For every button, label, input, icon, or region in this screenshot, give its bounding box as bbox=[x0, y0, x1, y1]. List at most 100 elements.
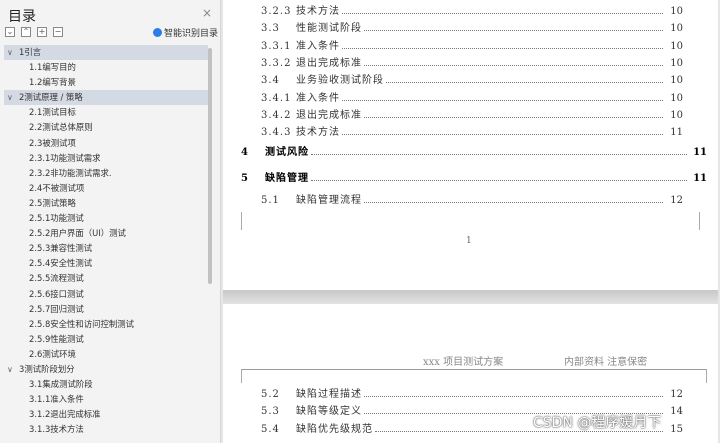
close-icon[interactable]: × bbox=[202, 6, 212, 20]
dot-leader bbox=[386, 82, 663, 83]
doc-toc-title: 缺陷管理流程 bbox=[296, 195, 362, 206]
toc-item-label: 2.5.5流程测试 bbox=[29, 273, 84, 284]
toc-subsection-item[interactable]: 2.5.7回归测试 bbox=[4, 302, 208, 317]
doc-toc-number: 3.4.2 bbox=[261, 110, 292, 121]
page-header-right: 内部资料 注意保密 bbox=[564, 357, 648, 368]
doc-toc-page: 11 bbox=[693, 173, 707, 184]
toc-item-label: 2.5.1功能测试 bbox=[29, 213, 84, 224]
toc-subsection-item[interactable]: 2.5.3兼容性测试 bbox=[4, 241, 208, 256]
dot-leader bbox=[364, 65, 663, 66]
toc-item-label: 2.1测试目标 bbox=[29, 107, 76, 118]
smart-detect-label: 智能识别目录 bbox=[164, 29, 219, 39]
toc-subsection-item[interactable]: 2.5.6接口测试 bbox=[4, 287, 208, 302]
doc-toc-title: 缺陷等级定义 bbox=[296, 406, 362, 417]
doc-toc-page: 11 bbox=[693, 147, 707, 158]
doc-toc-entry[interactable]: 3.4.3 技术方法 11 bbox=[261, 123, 683, 138]
add-entry-icon[interactable]: + bbox=[37, 27, 47, 37]
doc-toc-entry[interactable]: 3.4 业务验收测试阶段 10 bbox=[261, 71, 683, 86]
dot-leader bbox=[364, 117, 663, 118]
toc-item-label: 3.1.3技术方法 bbox=[29, 424, 84, 435]
toc-subsection-item[interactable]: 2.3被测试项 bbox=[4, 136, 208, 151]
page-separator bbox=[223, 290, 718, 304]
toc-section-item[interactable]: ∨ 2测试原理 / 策略 bbox=[4, 90, 208, 106]
doc-toc-entry[interactable]: 5.1 缺陷管理流程 12 bbox=[261, 191, 683, 206]
doc-toc-entry[interactable]: 3.4.1 准入条件 10 bbox=[261, 89, 683, 104]
toc-subsection-item[interactable]: 2.2测试总体原则 bbox=[4, 120, 208, 135]
toc-item-label: 2测试原理 / 策略 bbox=[19, 92, 83, 103]
doc-toc-title: 退出完成标准 bbox=[296, 110, 362, 121]
toc-section-item[interactable]: ∨ 1引言 bbox=[4, 45, 208, 61]
toc-section-item[interactable]: ∨ 3测试阶段划分 bbox=[4, 362, 208, 377]
doc-toc-number: 5.4 bbox=[261, 424, 280, 435]
doc-toc-entry[interactable]: 3.3.1 准入条件 10 bbox=[261, 37, 683, 52]
doc-toc-entry[interactable]: 4 测试风险 11 bbox=[241, 143, 707, 158]
toc-item-label: 3测试阶段划分 bbox=[19, 363, 75, 374]
toc-item-label: 2.3.1功能测试需求 bbox=[29, 152, 101, 163]
chevron-down-icon[interactable]: ∨ bbox=[7, 45, 13, 60]
toc-subsection-item[interactable]: 2.5.1功能测试 bbox=[4, 211, 208, 226]
toc-subsection-item[interactable]: 2.5.4安全性测试 bbox=[4, 256, 208, 271]
doc-toc-page: 10 bbox=[670, 75, 683, 86]
toc-subsection-item[interactable]: 2.5.2用户界面（UI）测试 bbox=[4, 226, 208, 241]
toc-subsection-item[interactable]: 3.1集成测试阶段 bbox=[4, 377, 208, 392]
remove-entry-icon[interactable]: − bbox=[53, 27, 63, 37]
doc-toc-title: 测试风险 bbox=[265, 147, 309, 158]
toc-item-label: 2.6测试环境 bbox=[29, 348, 76, 359]
toc-tree: ∨ 1引言 1.1编写目的 1.2编写背景 ∨ 2测试原理 / 策略 2.1测试目标 2.2测… bbox=[4, 45, 208, 443]
toc-subsection-item[interactable]: 2.5.8安全性和访问控制测试 bbox=[4, 317, 208, 332]
doc-toc-number: 3.3 bbox=[261, 23, 280, 34]
page-header-rule bbox=[241, 369, 707, 370]
doc-toc-number: 5.2 bbox=[261, 389, 280, 400]
doc-toc-title: 技术方法 bbox=[296, 6, 340, 17]
doc-toc-number: 4 bbox=[241, 147, 249, 158]
toc-subsection-item[interactable]: 2.1测试目标 bbox=[4, 105, 208, 120]
doc-toc-entry[interactable]: 5 缺陷管理 11 bbox=[241, 169, 707, 184]
doc-toc-number: 3.4.1 bbox=[261, 93, 292, 104]
toc-item-label: 3.1.2退出完成标准 bbox=[29, 409, 101, 420]
smart-detect-toc-button[interactable]: 智能识别目录 bbox=[153, 26, 218, 39]
chevron-down-icon[interactable]: ∨ bbox=[7, 90, 13, 105]
toc-subsection-item[interactable]: 2.3.1功能测试需求 bbox=[4, 151, 208, 166]
toc-subsection-item[interactable]: 2.3.2非功能测试需求. bbox=[4, 166, 208, 181]
toc-subsection-item[interactable]: 3.1.2退出完成标准 bbox=[4, 407, 208, 422]
collapse-all-icon[interactable]: ⌄ bbox=[5, 27, 15, 37]
toc-subsection-item[interactable]: 2.5.5流程测试 bbox=[4, 271, 208, 286]
toc-item-label: 1.1编写目的 bbox=[29, 62, 76, 73]
doc-toc-entry[interactable]: 3.4.2 退出完成标准 10 bbox=[261, 106, 683, 121]
toc-subsection-item[interactable]: 2.5测试策略 bbox=[4, 196, 208, 211]
doc-toc-title: 缺陷过程描述 bbox=[296, 389, 362, 400]
dot-leader bbox=[342, 48, 663, 49]
sidebar-scroll-thumb[interactable] bbox=[208, 48, 212, 284]
toc-item-label: 2.5.3兼容性测试 bbox=[29, 243, 93, 254]
toc-item-label: 1引言 bbox=[19, 47, 42, 57]
doc-toc-title: 业务验收测试阶段 bbox=[296, 75, 384, 86]
toc-subsection-item[interactable]: 2.6测试环境 bbox=[4, 347, 208, 362]
page-number: 1 bbox=[466, 236, 472, 246]
doc-toc-page: 10 bbox=[670, 93, 683, 104]
toc-subsection-item[interactable]: 2.4不被测试项 bbox=[4, 181, 208, 196]
crop-mark bbox=[706, 369, 707, 383]
toc-subsection-item[interactable]: 1.2编写背景 bbox=[4, 75, 208, 90]
toc-subsection-item[interactable]: 1.1编写目的 bbox=[4, 60, 208, 75]
doc-toc-entry[interactable]: 5.2 缺陷过程描述 12 bbox=[261, 385, 683, 400]
toc-item-label: 2.5.4安全性测试 bbox=[29, 258, 93, 269]
smart-detect-icon bbox=[153, 28, 162, 37]
doc-toc-entry[interactable]: 3.3.2 退出完成标准 10 bbox=[261, 54, 683, 69]
doc-toc-number: 3.4 bbox=[261, 75, 280, 86]
expand-all-icon[interactable]: ⌃ bbox=[21, 27, 31, 37]
doc-toc-title: 技术方法 bbox=[296, 127, 340, 138]
toc-item-label: 2.4不被测试项 bbox=[29, 182, 85, 193]
doc-toc-entry[interactable]: 3.3 性能测试阶段 10 bbox=[261, 19, 683, 34]
dot-leader bbox=[342, 100, 663, 101]
toc-subsection-item[interactable]: 2.5.9性能测试 bbox=[4, 332, 208, 347]
page-header-left: xxx 项目测试方案 bbox=[423, 357, 504, 368]
doc-toc-page: 10 bbox=[670, 6, 683, 17]
document-view: 1 xxx 项目测试方案 内部资料 注意保密 3.2.3 技术方法 10 3.3 性能测… bbox=[221, 0, 720, 443]
toc-subsection-item[interactable]: 3.1.3技术方法 bbox=[4, 422, 208, 437]
doc-toc-title: 退出完成标准 bbox=[296, 58, 362, 69]
chevron-down-icon[interactable]: ∨ bbox=[7, 362, 13, 377]
doc-toc-number: 3.2.3 bbox=[261, 6, 292, 17]
toc-subsection-item[interactable]: 3.1.1准入条件 bbox=[4, 392, 208, 407]
doc-toc-entry[interactable]: 3.2.3 技术方法 10 bbox=[261, 2, 683, 17]
doc-toc-page: 15 bbox=[670, 424, 683, 435]
